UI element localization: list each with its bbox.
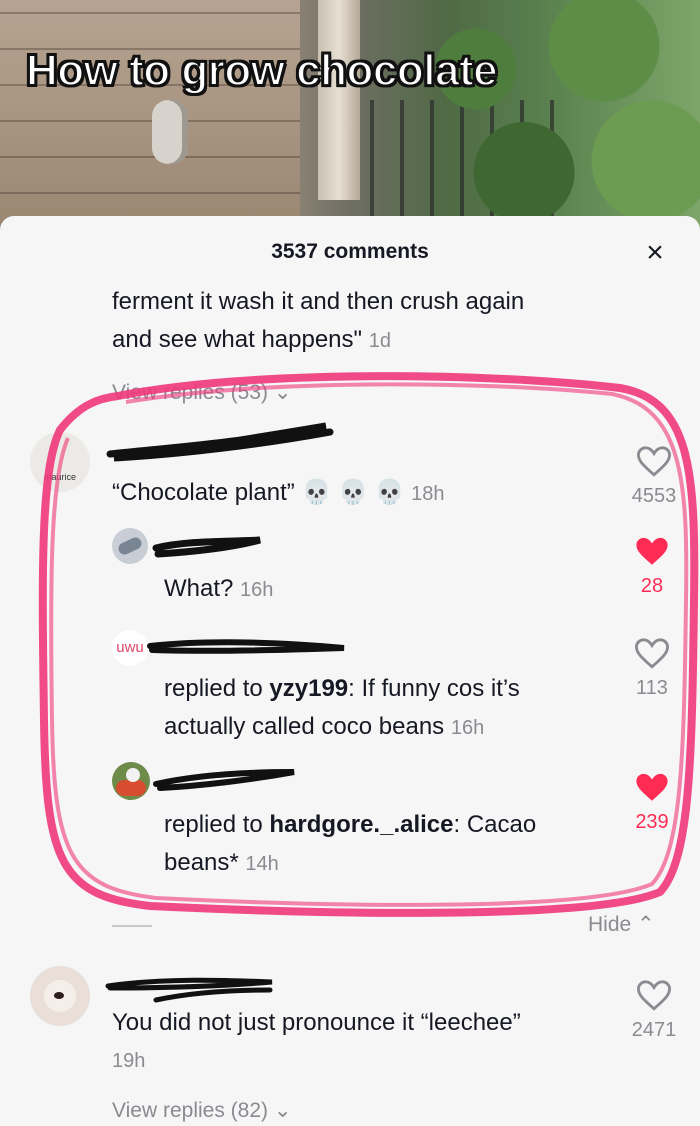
reply-text: : Cacao — [453, 811, 537, 838]
prev-comment-text: ferment it wash it and then crush again … — [112, 283, 524, 360]
avatar-text: uwu — [116, 639, 144, 656]
reply-text: What? — [164, 575, 234, 602]
reply-body: replied to hardgore._.alice: Cacao beans… — [164, 806, 536, 883]
like-count: 28 — [640, 575, 664, 597]
chevron-down-icon: ⌄ — [273, 381, 292, 404]
reply-body: What? 16h — [164, 570, 273, 609]
comment-time: 19h — [112, 1050, 146, 1072]
hide-replies-button[interactable]: Hide ⌃ — [588, 912, 655, 937]
avatar[interactable] — [112, 762, 150, 800]
like-count: 4553 — [631, 485, 677, 507]
prev-comment-line1: ferment it wash it and then crush again — [112, 288, 525, 315]
trees — [380, 0, 700, 230]
heart-filled-icon[interactable] — [635, 772, 669, 804]
comments-header: 3537 comments × — [0, 238, 700, 268]
reply-prefix: replied to — [164, 811, 270, 838]
prev-comment-line2: and see what happens" — [112, 326, 363, 353]
avatar[interactable]: uwu — [112, 630, 148, 666]
chevron-up-icon: ⌃ — [637, 913, 655, 936]
prev-view-replies[interactable]: View replies (53) ⌄ — [112, 380, 291, 405]
reply-time: 16h — [240, 579, 274, 601]
avatar[interactable] — [30, 966, 90, 1026]
reply-time: 14h — [245, 853, 279, 875]
divider — [112, 925, 152, 927]
porch-column — [318, 0, 360, 200]
reply-text: : If funny cos it’s — [348, 675, 520, 702]
heart-icon[interactable] — [634, 638, 670, 670]
hide-label: Hide — [588, 913, 632, 936]
like-count: 113 — [636, 677, 668, 699]
reply-body: replied to yzy199: If funny cos it’s act… — [164, 670, 520, 747]
like-control[interactable]: 4553 — [614, 446, 694, 508]
view-replies-button[interactable]: View replies (82) ⌄ — [112, 1098, 291, 1123]
prev-view-replies-label: View replies (53) — [112, 381, 269, 404]
video-title: How to grow chocolate — [25, 45, 499, 96]
reply-target-username[interactable]: yzy199 — [269, 675, 348, 702]
like-count: 2471 — [631, 1019, 677, 1041]
close-icon[interactable]: × — [640, 238, 670, 268]
heart-icon[interactable] — [636, 446, 672, 478]
heart-filled-icon[interactable] — [635, 536, 669, 568]
heart-icon[interactable] — [636, 980, 672, 1012]
reply-text-line2: beans* — [164, 849, 239, 876]
view-replies-label: View replies (82) — [112, 1099, 269, 1122]
reply-time: 16h — [450, 717, 485, 739]
chevron-down-icon: ⌄ — [273, 1099, 292, 1122]
like-control[interactable]: 113 — [612, 638, 692, 700]
video-background[interactable]: How to grow chocolate — [0, 0, 700, 230]
comment-body: “Chocolate plant” 💀 💀 💀 18h — [112, 474, 444, 513]
brick-wall — [0, 0, 300, 230]
comment-text: “Chocolate plant” — [112, 479, 295, 506]
like-control[interactable]: 28 — [612, 536, 692, 598]
avatar[interactable] — [112, 528, 148, 564]
like-control[interactable]: 2471 — [614, 980, 694, 1042]
reply-target-username[interactable]: hardgore._.alice — [269, 811, 453, 838]
avatar[interactable]: maurice — [30, 432, 90, 492]
wall-lamp — [152, 100, 188, 164]
comment-text: You did not just pronounce it “leechee” — [112, 1009, 521, 1036]
reply-text-line2: actually called coco beans — [164, 713, 445, 740]
comment-time: 18h — [411, 483, 445, 505]
avatar-text: maurice — [43, 472, 76, 482]
like-count: 239 — [635, 811, 669, 833]
comments-count: 3537 comments — [271, 240, 429, 263]
comment-body: You did not just pronounce it “leechee” … — [112, 1004, 521, 1080]
like-control[interactable]: 239 — [612, 772, 692, 834]
skull-emoji: 💀 💀 💀 — [301, 479, 405, 506]
reply-prefix: replied to — [164, 675, 270, 702]
prev-comment-time: 1d — [368, 330, 391, 352]
